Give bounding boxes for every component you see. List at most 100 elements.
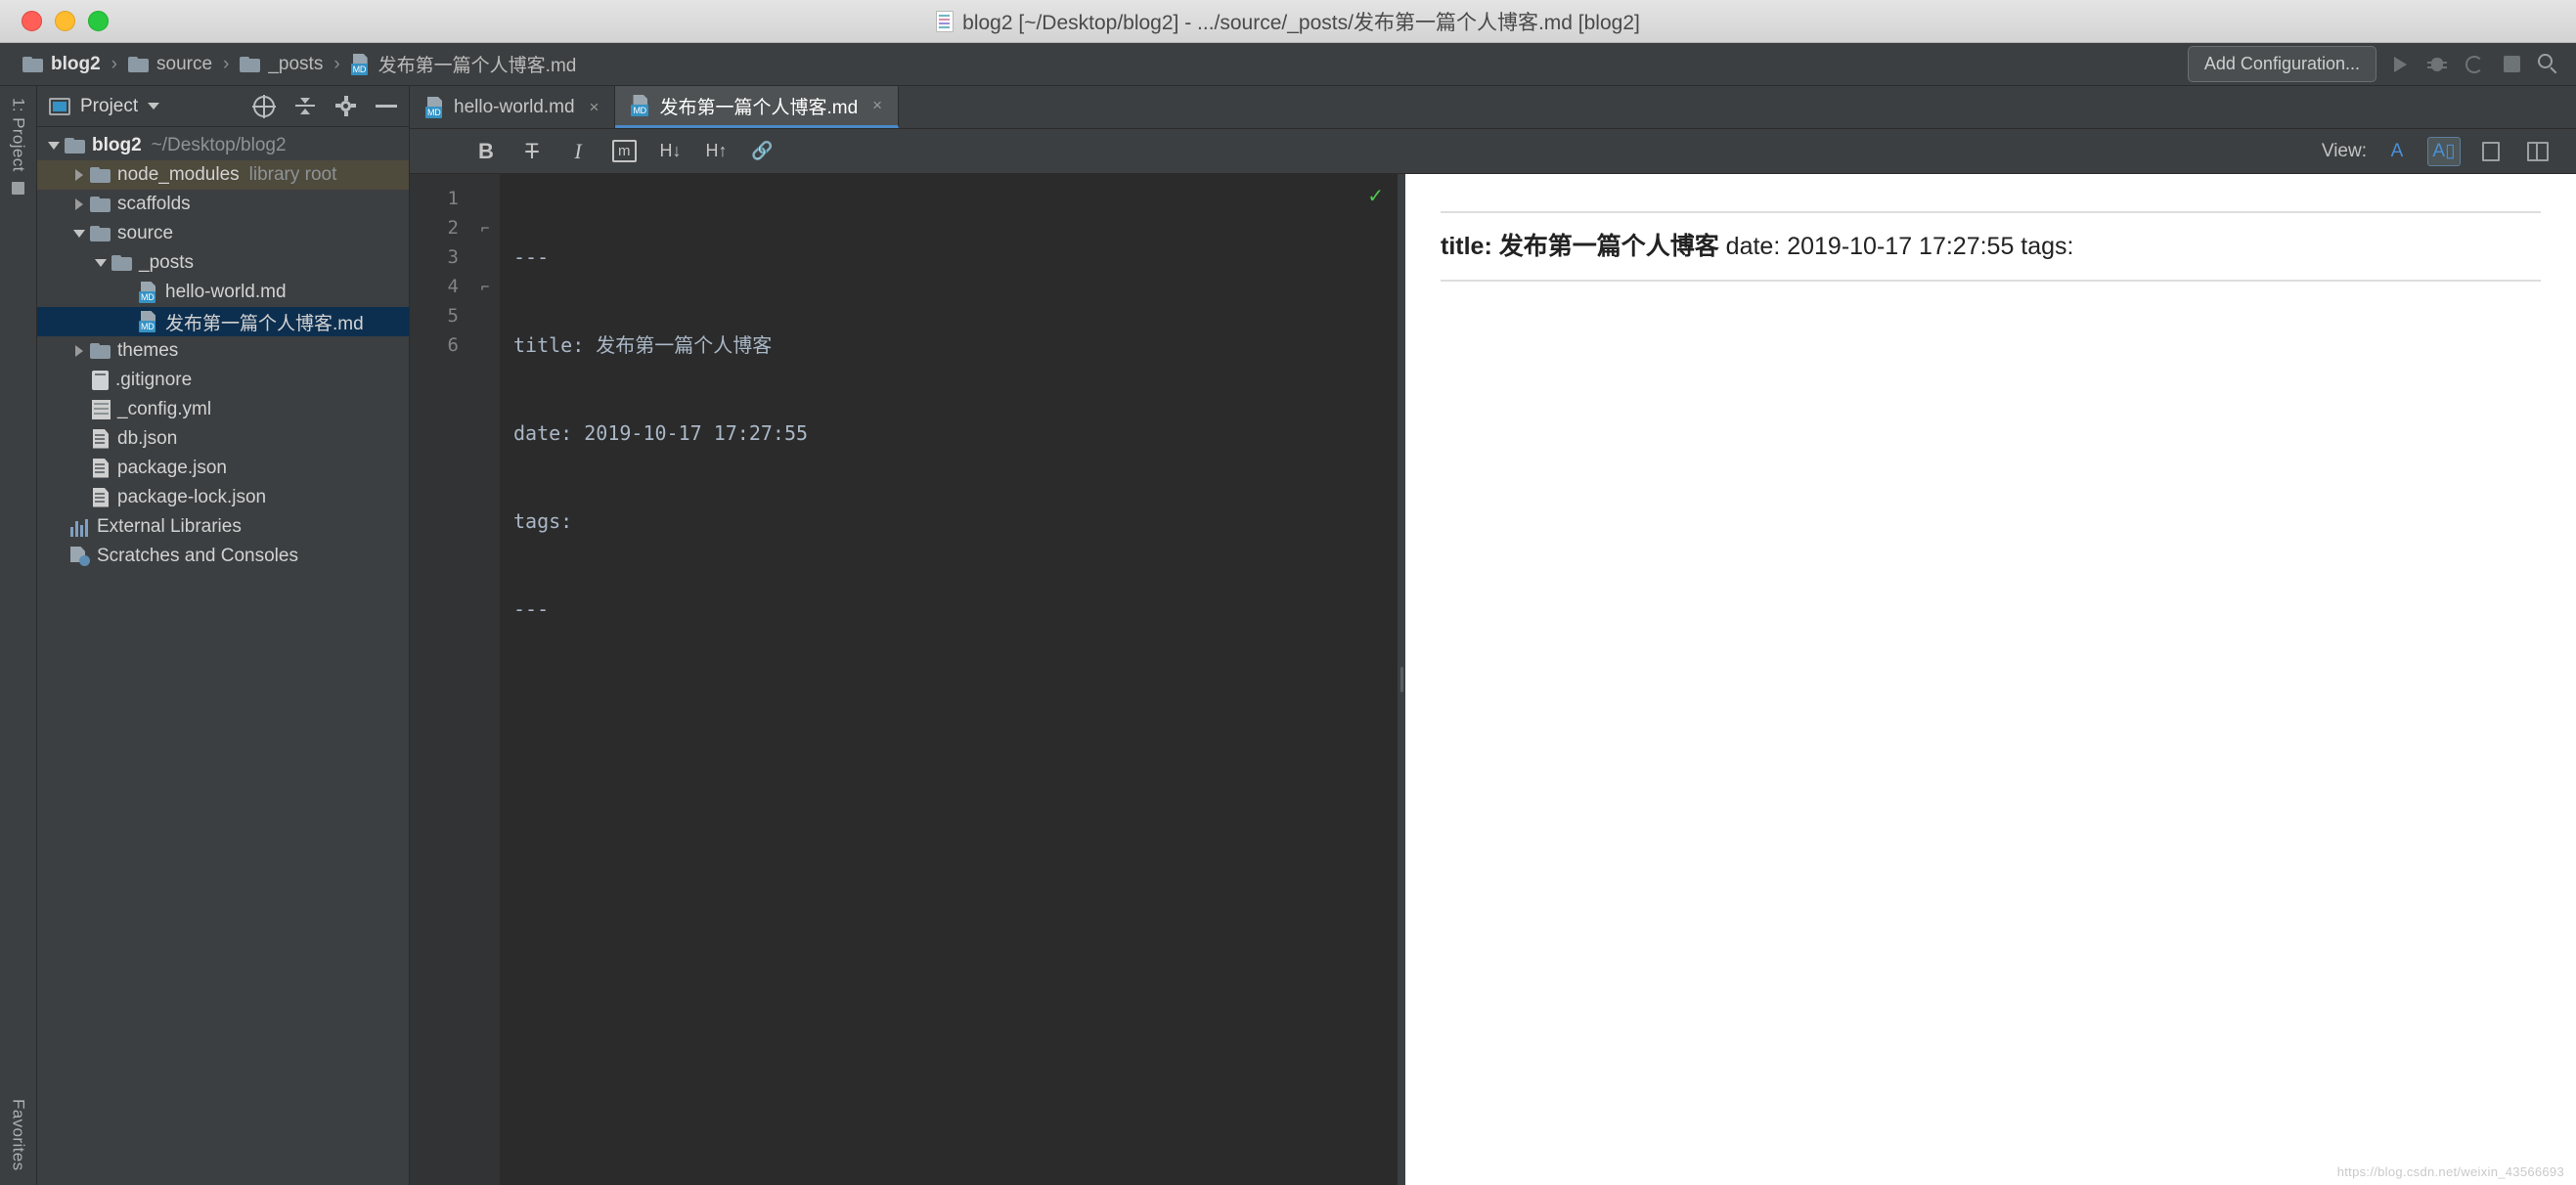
bold-button[interactable]: B (474, 139, 498, 164)
scratches-icon (70, 547, 90, 566)
close-window-button[interactable] (22, 11, 42, 31)
stop-icon[interactable] (2498, 51, 2525, 78)
tree-row-node-modules[interactable]: node_modules library root (37, 160, 409, 190)
code-content[interactable]: --- title: 发布第一篇个人博客 date: 2019-10-17 17… (500, 174, 1398, 1185)
minimize-window-button[interactable] (55, 11, 75, 31)
md-badge: MD (631, 105, 647, 116)
traffic-lights (0, 11, 109, 31)
breadcrumb-item-blog2[interactable]: blog2 (14, 50, 110, 79)
tree-row-db-json[interactable]: db.json (37, 424, 409, 454)
folder-icon (22, 57, 43, 72)
link-icon[interactable]: 🔗 (751, 141, 775, 161)
chevron-right-icon[interactable] (70, 166, 88, 184)
breadcrumb-item-source[interactable]: source (119, 50, 221, 79)
folder-icon (111, 255, 132, 271)
project-sidebar: Project blog2 (37, 86, 410, 1185)
editor-tab-selected-post[interactable]: MD 发布第一篇个人博客.md × (615, 86, 899, 128)
breadcrumb-separator: › (221, 54, 231, 75)
rerun-icon[interactable] (2461, 51, 2488, 78)
preview-paragraph: title: 发布第一篇个人博客 date: 2019-10-17 17:27:… (1441, 227, 2541, 266)
tree-item-label: _posts (139, 252, 194, 274)
fold-placeholder (470, 242, 500, 272)
collapse-all-icon[interactable] (294, 97, 316, 116)
line-number: 5 (410, 301, 459, 330)
preview-only-icon[interactable] (2474, 137, 2508, 166)
heading-increase-button[interactable]: H↑ (705, 141, 729, 161)
tree-item-label: scaffolds (117, 194, 191, 215)
zoom-window-button[interactable] (88, 11, 109, 31)
tree-row-source[interactable]: source (37, 219, 409, 248)
tree-row-blog2[interactable]: blog2 ~/Desktop/blog2 (37, 131, 409, 160)
tree-row-scratches[interactable]: Scratches and Consoles (37, 542, 409, 571)
chevron-down-icon[interactable] (148, 103, 159, 110)
view-label: View: (2322, 141, 2367, 162)
window-titlebar: blog2 [~/Desktop/blog2] - .../source/_po… (0, 0, 2576, 43)
locate-target-icon[interactable] (253, 96, 275, 117)
tree-item-label: 发布第一篇个人博客.md (165, 309, 364, 335)
italic-button[interactable]: I (566, 139, 590, 164)
fold-region-start-icon[interactable]: ⌐ (470, 213, 500, 242)
line-number: 6 (410, 330, 459, 360)
chevron-right-icon[interactable] (70, 342, 88, 360)
editor-preview-splitter[interactable] (1398, 174, 1405, 1185)
tree-row-package-lock-json[interactable]: package-lock.json (37, 483, 409, 512)
tool-window-tab-favorites[interactable]: Favorites (9, 1099, 28, 1171)
main-body: 1: Project Favorites Project (0, 86, 2576, 1185)
add-configuration-button[interactable]: Add Configuration... (2188, 46, 2376, 82)
tree-item-label: hello-world.md (165, 282, 287, 303)
chevron-down-icon[interactable] (45, 137, 63, 154)
editor-only-icon[interactable]: A (2380, 137, 2414, 166)
json-file-icon (92, 459, 111, 479)
heading-decrease-button[interactable]: H↓ (659, 141, 683, 161)
code-folding-strip[interactable]: ⌐ ⌐ (470, 174, 500, 1185)
chevron-down-icon[interactable] (70, 225, 88, 242)
close-icon[interactable]: × (590, 98, 600, 117)
tree-item-label: db.json (117, 428, 177, 450)
close-icon[interactable]: × (872, 96, 882, 115)
search-everywhere-icon[interactable] (2535, 51, 2562, 78)
tree-row-selected-post[interactable]: MD 发布第一篇个人博客.md (37, 307, 409, 336)
chevron-right-icon[interactable] (70, 196, 88, 213)
code-editor[interactable]: 1 2 3 4 5 6 ⌐ ⌐ (410, 174, 1398, 1185)
tree-row-external-libraries[interactable]: External Libraries (37, 512, 409, 542)
inspection-ok-icon[interactable]: ✓ (1367, 184, 1384, 208)
left-tool-strip: 1: Project Favorites (0, 86, 37, 1185)
fold-placeholder (470, 301, 500, 330)
tree-row-scaffolds[interactable]: scaffolds (37, 190, 409, 219)
structure-icon[interactable] (12, 182, 24, 195)
code-line: title: 发布第一篇个人博客 (513, 330, 1398, 360)
tree-row-config-yml[interactable]: _config.yml (37, 395, 409, 424)
editor-and-preview-icon[interactable]: A▯ (2427, 137, 2461, 166)
project-file-icon (936, 11, 954, 32)
editor-column: MD hello-world.md × MD 发布第一篇个人博客.md × B … (410, 86, 2576, 1185)
code-span-button[interactable]: m (612, 140, 637, 162)
editor-tab-hello-world[interactable]: MD hello-world.md × (410, 86, 615, 128)
debug-icon[interactable] (2423, 51, 2451, 78)
tree-row-gitignore[interactable]: .gitignore (37, 366, 409, 395)
tree-row-themes[interactable]: themes (37, 336, 409, 366)
markdown-file-icon: MD (425, 97, 445, 118)
tree-row-posts[interactable]: _posts (37, 248, 409, 278)
chevron-down-icon[interactable] (92, 254, 110, 272)
split-icon[interactable] (2521, 137, 2554, 166)
splitter-grip[interactable] (1400, 667, 1403, 692)
run-icon[interactable] (2386, 51, 2414, 78)
line-number: 1 (410, 184, 459, 213)
code-line: --- (513, 242, 1398, 272)
breadcrumb-item-file[interactable]: MD 发布第一篇个人博客.md (342, 50, 586, 79)
fold-region-end-icon[interactable]: ⌐ (470, 272, 500, 301)
tree-row-hello-world[interactable]: MD hello-world.md (37, 278, 409, 307)
yaml-file-icon (92, 400, 111, 419)
tool-window-tab-project[interactable]: 1: Project (9, 98, 28, 172)
strikethrough-button[interactable]: T (520, 139, 544, 164)
tree-item-label: .gitignore (115, 370, 192, 391)
editor-tab-label: hello-world.md (454, 97, 575, 118)
breadcrumb-item-posts[interactable]: _posts (231, 50, 332, 79)
settings-gear-icon[interactable] (335, 96, 356, 116)
watermark-text: https://blog.csdn.net/weixin_43566693 (2337, 1164, 2564, 1179)
hide-panel-icon[interactable] (376, 105, 397, 108)
tree-row-package-json[interactable]: package.json (37, 454, 409, 483)
code-line: tags: (513, 506, 1398, 536)
breadcrumb-separator: › (110, 54, 119, 75)
line-number-gutter: 1 2 3 4 5 6 (410, 174, 470, 1185)
